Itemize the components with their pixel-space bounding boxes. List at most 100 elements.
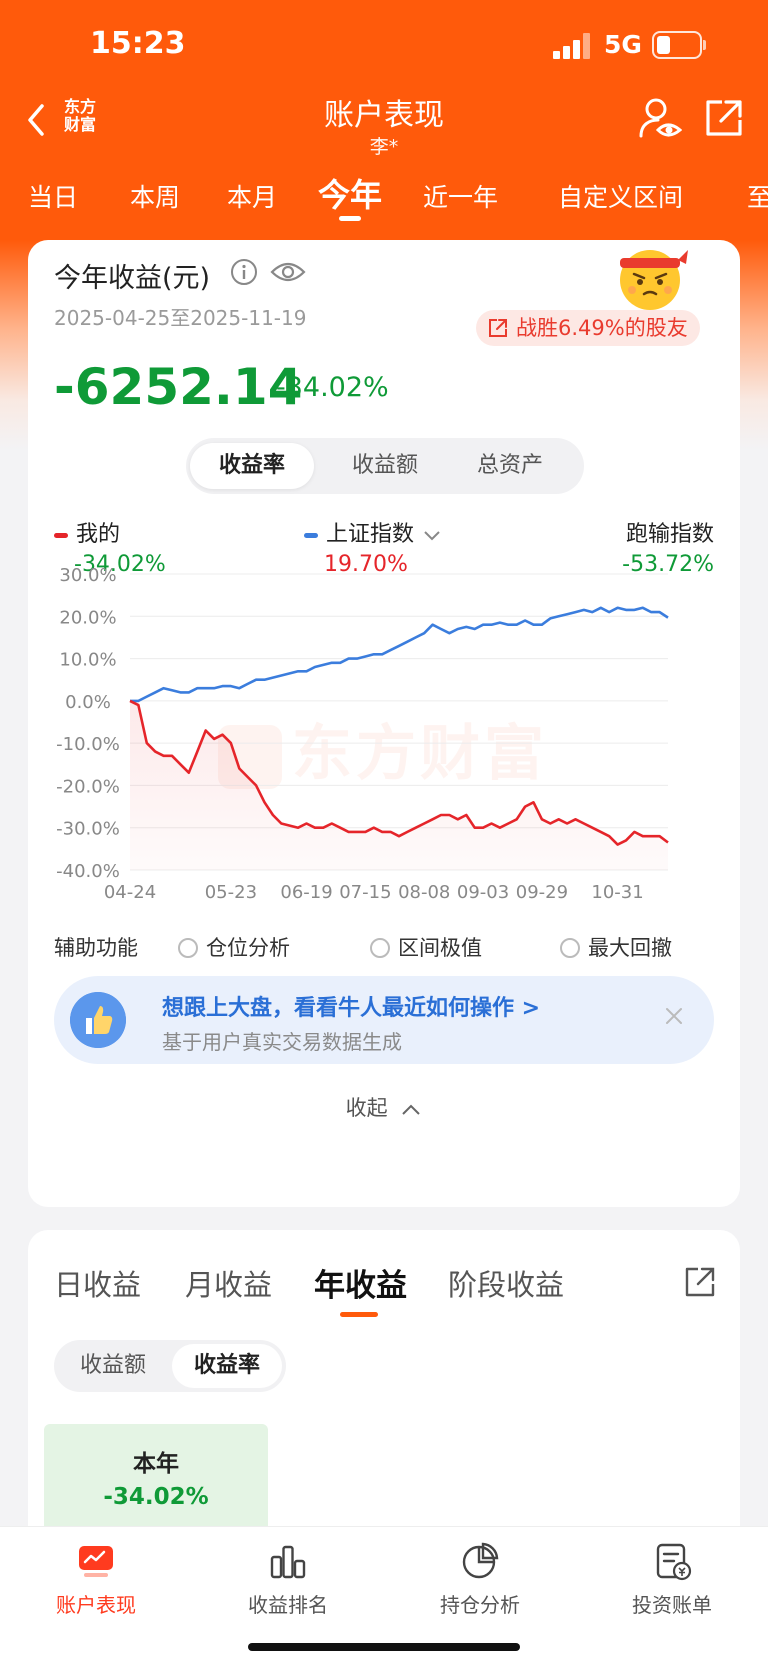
bottom-nav-label-ranking: 收益排名 <box>248 1593 328 1617</box>
promo-banner[interactable]: 想跟上大盘，看看牛人最近如何操作 > 基于用户真实交易数据生成 <box>54 976 714 1064</box>
legend-mine-label: 我的 <box>76 522 121 547</box>
aux-position-analysis[interactable]: 仓位分析 <box>178 932 290 962</box>
tab-last-year[interactable]: 近一年 <box>423 178 498 214</box>
collapse-button[interactable]: 收起 <box>28 1092 740 1122</box>
legend-index-label: 上证指数 <box>326 522 415 547</box>
y-tick-label: 20.0% <box>59 607 116 628</box>
y-tick-label: -20.0% <box>56 776 120 797</box>
home-indicator <box>248 1643 520 1651</box>
x-tick-label: 04-24 <box>104 882 156 903</box>
x-tick-label: 09-29 <box>516 882 568 903</box>
metric-total-assets[interactable]: 总资产 <box>448 443 572 489</box>
mascot-icon <box>620 250 688 310</box>
year-profit-label: 本年 <box>133 1451 179 1477</box>
bottom-nav-label-bill: 投资账单 <box>632 1593 712 1617</box>
date-range: 2025-04-25至2025-11-19 <box>54 306 307 330</box>
status-bar: 15:23 5G <box>0 0 768 90</box>
tab-yearly-profit[interactable]: 年收益 <box>314 1260 407 1305</box>
y-tick-label: 30.0% <box>59 565 116 586</box>
tab-daily-profit[interactable]: 日收益 <box>54 1262 141 1304</box>
promo-subtitle: 基于用户真实交易数据生成 <box>162 1030 402 1054</box>
share-icon[interactable] <box>704 98 744 138</box>
aux-max-drawdown-label: 最大回撤 <box>588 936 672 960</box>
period-tabs: 当日 本周 本月 今年 近一年 自定义区间 至 <box>0 168 768 228</box>
aux-label: 辅助功能 <box>54 936 138 960</box>
legend-index[interactable]: 上证指数 <box>304 516 441 548</box>
metric-amount[interactable]: 收益额 <box>323 443 447 489</box>
series-line-index <box>130 606 669 703</box>
profit-metric-segment: 收益额 收益率 <box>54 1340 286 1392</box>
y-tick-label: -40.0% <box>56 861 120 882</box>
status-time: 15:23 <box>90 26 186 61</box>
tab-to[interactable]: 至 <box>747 178 768 214</box>
tab-stage-profit[interactable]: 阶段收益 <box>448 1262 564 1304</box>
radio-range-extreme[interactable] <box>370 938 390 958</box>
signal-icon <box>553 33 593 59</box>
y-tick-label: -30.0% <box>56 819 120 840</box>
nav-bar: 东方 财富 账户表现 李* <box>0 88 768 158</box>
bottom-nav: 账户表现 收益排名 持仓分析 投资账单 <box>0 1526 768 1662</box>
legend-underperform: 跑输指数 <box>626 516 714 548</box>
close-icon[interactable] <box>664 1006 684 1026</box>
chevron-down-icon <box>424 531 440 541</box>
x-tick-label: 05-23 <box>205 882 257 903</box>
tab-week[interactable]: 本周 <box>130 178 180 214</box>
x-tick-label: 08-08 <box>398 882 450 903</box>
metric-segment: 收益率 收益额 总资产 <box>186 438 584 494</box>
x-tick-label: 07-15 <box>339 882 391 903</box>
legend-index-marker <box>304 532 318 538</box>
profit-metric-amount[interactable]: 收益额 <box>58 1344 168 1388</box>
tab-monthly-profit[interactable]: 月收益 <box>185 1262 272 1304</box>
user-visibility-icon[interactable] <box>638 96 682 142</box>
pk-badge[interactable]: 战胜6.49%的股友 <box>476 310 700 346</box>
network-type: 5G <box>604 30 642 59</box>
share-small-icon <box>489 319 507 337</box>
total-profit-value: -6252.14 <box>54 358 303 416</box>
aux-range-extreme[interactable]: 区间极值 <box>370 932 482 962</box>
bottom-nav-account-performance[interactable]: 账户表现 <box>16 1541 176 1618</box>
x-tick-label: 06-19 <box>280 882 332 903</box>
legend-mine: 我的 <box>54 516 120 548</box>
pk-badge-label: 战胜6.49%的股友 <box>516 316 688 340</box>
tab-custom-range[interactable]: 自定义区间 <box>558 178 683 214</box>
aux-max-drawdown[interactable]: 最大回撤 <box>560 932 672 962</box>
radio-position-analysis[interactable] <box>178 938 198 958</box>
account-performance-icon <box>79 1546 113 1577</box>
ranking-bars-icon <box>270 1545 306 1579</box>
y-tick-label: -10.0% <box>56 734 120 755</box>
card-title: 今年收益(元) <box>54 263 211 294</box>
tab-today[interactable]: 当日 <box>28 178 78 214</box>
share-icon[interactable] <box>684 1266 716 1298</box>
bill-icon <box>656 1543 692 1581</box>
bottom-nav-label-holdings: 持仓分析 <box>440 1593 520 1617</box>
returns-chart[interactable]: 30.0% 20.0% 10.0% 0.0% -10.0% -20.0% -30.0% -40… <box>28 560 740 920</box>
bottom-nav-holdings[interactable]: 持仓分析 <box>400 1541 560 1618</box>
bottom-nav-bill[interactable]: 投资账单 <box>592 1541 752 1618</box>
x-tick-label: 10-31 <box>591 882 643 903</box>
legend-underperform-label: 跑输指数 <box>625 522 714 547</box>
promo-title: 想跟上大盘，看看牛人最近如何操作 > <box>162 996 541 1021</box>
active-tab-indicator <box>339 216 361 221</box>
aux-position-analysis-label: 仓位分析 <box>206 936 290 960</box>
x-tick-label: 09-03 <box>457 882 509 903</box>
profit-metric-rate[interactable]: 收益率 <box>172 1344 282 1388</box>
performance-card: 今年收益(元) 2025-04-25至2025-11-19 战胜6.49%的股友… <box>28 240 740 1207</box>
battery-icon <box>652 31 706 59</box>
collapse-label: 收起 <box>345 1096 388 1120</box>
chevron-up-icon <box>402 1104 421 1115</box>
bottom-nav-ranking[interactable]: 收益排名 <box>208 1541 368 1618</box>
profit-tab-indicator <box>340 1312 378 1317</box>
metric-rate[interactable]: 收益率 <box>190 443 314 489</box>
tab-this-year[interactable]: 今年 <box>318 170 382 216</box>
year-profit-value: -34.02% <box>103 1484 209 1510</box>
y-tick-label: 0.0% <box>65 692 111 713</box>
aux-range-extreme-label: 区间极值 <box>398 936 482 960</box>
bottom-nav-label-performance: 账户表现 <box>56 1593 136 1617</box>
pie-chart-icon <box>462 1542 499 1579</box>
info-icon[interactable] <box>230 258 258 286</box>
thumbs-up-icon <box>70 992 126 1048</box>
eye-icon[interactable] <box>270 258 306 286</box>
tab-month[interactable]: 本月 <box>227 178 277 214</box>
y-tick-label: 10.0% <box>59 650 116 671</box>
radio-max-drawdown[interactable] <box>560 938 580 958</box>
